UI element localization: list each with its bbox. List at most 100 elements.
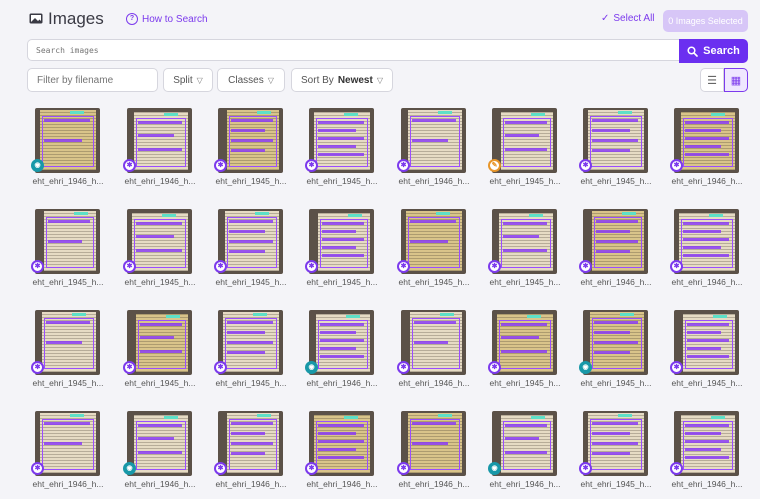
annotate-status-icon: ✱ bbox=[397, 462, 410, 475]
image-card[interactable]: ✱ eht_ehri_1945_h... bbox=[579, 108, 673, 196]
image-grid: ◉ eht_ehri_1946_h... ✱ eht_ehri_1946_h... ✱ e… bbox=[0, 0, 760, 492]
image-filename: eht_ehri_1946_h... bbox=[398, 378, 470, 388]
annotate-status-icon: ✱ bbox=[579, 260, 592, 273]
image-filename: eht_ehri_1945_h... bbox=[32, 277, 104, 287]
image-card[interactable]: ✱ eht_ehri_1946_h... bbox=[397, 310, 491, 398]
image-thumbnail bbox=[583, 310, 648, 375]
image-card[interactable]: ✱ eht_ehri_1946_h... bbox=[397, 108, 491, 196]
annotate-status-icon: ✱ bbox=[488, 361, 501, 374]
image-thumbnail bbox=[218, 209, 283, 274]
image-filename: eht_ehri_1945_h... bbox=[671, 378, 743, 388]
image-thumbnail bbox=[401, 310, 466, 375]
image-card[interactable]: ✱ eht_ehri_1945_h... bbox=[214, 108, 308, 196]
approved-status-icon: ◉ bbox=[123, 462, 136, 475]
image-thumbnail bbox=[492, 108, 557, 173]
image-filename: eht_ehri_1945_h... bbox=[124, 277, 196, 287]
annotate-status-icon: ✱ bbox=[123, 260, 136, 273]
image-thumbnail bbox=[674, 209, 739, 274]
image-card[interactable]: ✱ eht_ehri_1945_h... bbox=[123, 310, 217, 398]
annotate-status-icon: ✱ bbox=[488, 260, 501, 273]
image-thumbnail bbox=[492, 411, 557, 476]
image-thumbnail bbox=[583, 108, 648, 173]
image-filename: eht_ehri_1945_h... bbox=[580, 176, 652, 186]
image-thumbnail bbox=[401, 411, 466, 476]
image-filename: eht_ehri_1946_h... bbox=[124, 479, 196, 489]
annotate-status-icon: ✱ bbox=[214, 260, 227, 273]
image-card[interactable]: ✱ eht_ehri_1945_h... bbox=[214, 209, 308, 297]
image-card[interactable]: ✱ eht_ehri_1945_h... bbox=[305, 108, 399, 196]
image-thumbnail bbox=[127, 310, 192, 375]
edit-status-icon: ✎ bbox=[488, 159, 501, 172]
image-card[interactable]: ✱ eht_ehri_1945_h... bbox=[488, 310, 582, 398]
image-card[interactable]: ◉ eht_ehri_1946_h... bbox=[31, 108, 125, 196]
image-filename: eht_ehri_1946_h... bbox=[580, 277, 652, 287]
image-thumbnail bbox=[401, 108, 466, 173]
image-thumbnail bbox=[309, 310, 374, 375]
annotate-status-icon: ✱ bbox=[214, 462, 227, 475]
image-filename: eht_ehri_1946_h... bbox=[489, 479, 561, 489]
image-thumbnail bbox=[492, 310, 557, 375]
image-card[interactable]: ✱ eht_ehri_1945_h... bbox=[579, 411, 673, 499]
image-card[interactable]: ✱ eht_ehri_1946_h... bbox=[31, 411, 125, 499]
image-thumbnail bbox=[583, 411, 648, 476]
annotate-status-icon: ✱ bbox=[305, 462, 318, 475]
image-filename: eht_ehri_1946_h... bbox=[306, 378, 378, 388]
image-card[interactable]: ✱ eht_ehri_1946_h... bbox=[670, 209, 760, 297]
image-card[interactable]: ✱ eht_ehri_1945_h... bbox=[305, 209, 399, 297]
image-card[interactable]: ✱ eht_ehri_1945_h... bbox=[488, 209, 582, 297]
image-filename: eht_ehri_1946_h... bbox=[32, 176, 104, 186]
image-card[interactable]: ✱ eht_ehri_1945_h... bbox=[31, 209, 125, 297]
image-thumbnail bbox=[127, 209, 192, 274]
image-card[interactable]: ◉ eht_ehri_1946_h... bbox=[305, 310, 399, 398]
image-card[interactable]: ✱ eht_ehri_1945_h... bbox=[31, 310, 125, 398]
image-filename: eht_ehri_1946_h... bbox=[671, 176, 743, 186]
annotate-status-icon: ✱ bbox=[397, 260, 410, 273]
image-thumbnail bbox=[309, 411, 374, 476]
image-filename: eht_ehri_1945_h... bbox=[124, 378, 196, 388]
image-card[interactable]: ✱ eht_ehri_1946_h... bbox=[214, 411, 308, 499]
annotate-status-icon: ✱ bbox=[123, 159, 136, 172]
image-thumbnail bbox=[309, 108, 374, 173]
image-card[interactable]: ✱ eht_ehri_1946_h... bbox=[123, 108, 217, 196]
image-filename: eht_ehri_1946_h... bbox=[215, 479, 287, 489]
image-card[interactable]: ✱ eht_ehri_1946_h... bbox=[305, 411, 399, 499]
image-card[interactable]: ◉ eht_ehri_1945_h... bbox=[579, 310, 673, 398]
image-card[interactable]: ✱ eht_ehri_1945_h... bbox=[670, 310, 760, 398]
annotate-status-icon: ✱ bbox=[123, 361, 136, 374]
image-card[interactable]: ✱ eht_ehri_1946_h... bbox=[670, 411, 760, 499]
image-card[interactable]: ✎ eht_ehri_1945_h... bbox=[488, 108, 582, 196]
annotate-status-icon: ✱ bbox=[305, 260, 318, 273]
image-thumbnail bbox=[35, 310, 100, 375]
image-filename: eht_ehri_1945_h... bbox=[306, 277, 378, 287]
image-thumbnail bbox=[401, 209, 466, 274]
image-thumbnail bbox=[35, 108, 100, 173]
image-filename: eht_ehri_1946_h... bbox=[32, 479, 104, 489]
image-card[interactable]: ✱ eht_ehri_1945_h... bbox=[214, 310, 308, 398]
image-thumbnail bbox=[674, 310, 739, 375]
image-card[interactable]: ✱ eht_ehri_1946_h... bbox=[579, 209, 673, 297]
image-card[interactable]: ◉ eht_ehri_1946_h... bbox=[123, 411, 217, 499]
image-thumbnail bbox=[35, 209, 100, 274]
image-card[interactable]: ✱ eht_ehri_1946_h... bbox=[397, 411, 491, 499]
image-filename: eht_ehri_1946_h... bbox=[671, 479, 743, 489]
annotate-status-icon: ✱ bbox=[670, 159, 683, 172]
image-card[interactable]: ✱ eht_ehri_1945_h... bbox=[397, 209, 491, 297]
image-filename: eht_ehri_1945_h... bbox=[580, 378, 652, 388]
image-filename: eht_ehri_1945_h... bbox=[580, 479, 652, 489]
image-thumbnail bbox=[218, 108, 283, 173]
image-filename: eht_ehri_1945_h... bbox=[215, 277, 287, 287]
image-filename: eht_ehri_1946_h... bbox=[124, 176, 196, 186]
image-filename: eht_ehri_1946_h... bbox=[671, 277, 743, 287]
annotate-status-icon: ✱ bbox=[579, 462, 592, 475]
image-thumbnail bbox=[218, 310, 283, 375]
image-thumbnail bbox=[35, 411, 100, 476]
image-filename: eht_ehri_1946_h... bbox=[398, 176, 470, 186]
image-card[interactable]: ◉ eht_ehri_1946_h... bbox=[488, 411, 582, 499]
image-filename: eht_ehri_1945_h... bbox=[489, 176, 561, 186]
image-thumbnail bbox=[127, 108, 192, 173]
image-card[interactable]: ✱ eht_ehri_1946_h... bbox=[670, 108, 760, 196]
annotate-status-icon: ✱ bbox=[305, 159, 318, 172]
image-thumbnail bbox=[218, 411, 283, 476]
image-card[interactable]: ✱ eht_ehri_1945_h... bbox=[123, 209, 217, 297]
approved-status-icon: ◉ bbox=[488, 462, 501, 475]
